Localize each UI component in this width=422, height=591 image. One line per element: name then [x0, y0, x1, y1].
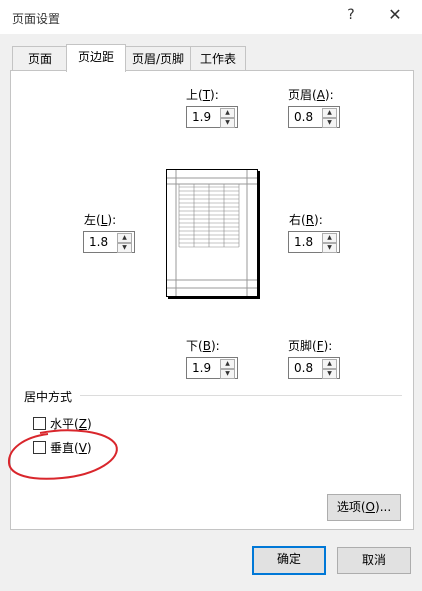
spin-up-icon[interactable]: ▲ — [117, 233, 132, 243]
page-preview-graphic — [167, 170, 257, 296]
left-margin-value[interactable]: 1.8 — [89, 235, 108, 249]
dialog-title: 页面设置 — [12, 12, 61, 26]
header-margin-spinner[interactable]: 0.8 ▲ ▼ — [288, 106, 340, 128]
tab-sheet[interactable]: 工作表 — [190, 46, 246, 71]
tab-page[interactable]: 页面 — [12, 46, 68, 71]
options-button[interactable]: 选项(O)... — [327, 494, 401, 521]
top-margin-spinner[interactable]: 1.9 ▲ ▼ — [186, 106, 238, 128]
left-margin-label: 左(L): — [84, 213, 117, 227]
bottom-margin-value[interactable]: 1.9 — [192, 361, 211, 375]
spin-down-icon[interactable]: ▼ — [220, 118, 235, 128]
top-margin-label: 上(T): — [186, 88, 219, 102]
section-divider — [80, 395, 402, 396]
centering-section-title: 居中方式 — [24, 390, 73, 404]
footer-margin-label: 页脚(F): — [288, 339, 333, 353]
right-margin-label: 右(R): — [289, 213, 323, 227]
title-bar — [0, 0, 422, 34]
cancel-button[interactable]: 取消 — [337, 547, 411, 574]
top-margin-value[interactable]: 1.9 — [192, 110, 211, 124]
header-margin-label: 页眉(A): — [288, 88, 334, 102]
left-margin-spinner[interactable]: 1.8 ▲ ▼ — [83, 231, 135, 253]
page-preview — [166, 169, 258, 297]
spin-down-icon[interactable]: ▼ — [220, 369, 235, 379]
spin-up-icon[interactable]: ▲ — [220, 108, 235, 118]
bottom-margin-spinner[interactable]: 1.9 ▲ ▼ — [186, 357, 238, 379]
spin-up-icon[interactable]: ▲ — [322, 108, 337, 118]
bottom-margin-label: 下(B): — [186, 339, 220, 353]
close-icon[interactable]: ✕ — [386, 5, 404, 24]
spin-up-icon[interactable]: ▲ — [322, 233, 337, 243]
spin-up-icon[interactable]: ▲ — [322, 359, 337, 369]
footer-margin-value[interactable]: 0.8 — [294, 361, 313, 375]
red-annotation-circle — [7, 429, 118, 480]
tab-margins[interactable]: 页边距 — [66, 44, 126, 72]
right-margin-value[interactable]: 1.8 — [294, 235, 313, 249]
spin-down-icon[interactable]: ▼ — [322, 243, 337, 253]
header-margin-value[interactable]: 0.8 — [294, 110, 313, 124]
spin-down-icon[interactable]: ▼ — [117, 243, 132, 253]
spin-up-icon[interactable]: ▲ — [220, 359, 235, 369]
footer-margin-spinner[interactable]: 0.8 ▲ ▼ — [288, 357, 340, 379]
spin-down-icon[interactable]: ▼ — [322, 118, 337, 128]
help-icon[interactable]: ? — [344, 7, 358, 23]
spin-down-icon[interactable]: ▼ — [322, 369, 337, 379]
right-margin-spinner[interactable]: 1.8 ▲ ▼ — [288, 231, 340, 253]
ok-button[interactable]: 确定 — [252, 546, 326, 575]
tab-header-footer[interactable]: 页眉/页脚 — [124, 46, 192, 71]
